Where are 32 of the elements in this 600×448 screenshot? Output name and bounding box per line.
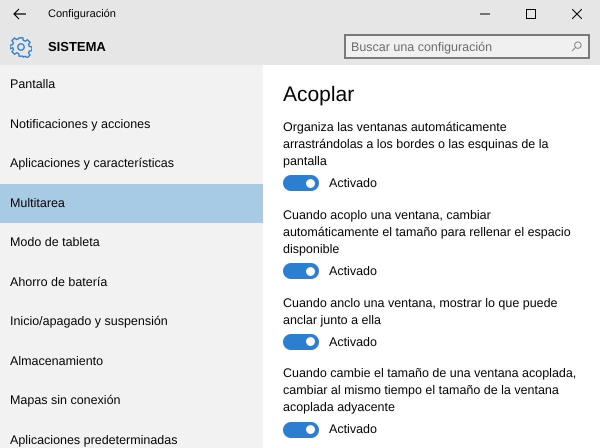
- setting-description: Cuando cambie el tamaño de una ventana acoplada, cambiar al mismo tiempo el tamaño de la ventana acoplada adyacente: [283, 365, 578, 416]
- toggle-switch[interactable]: [283, 334, 319, 350]
- setting-description: Organiza las ventanas automáticamente arrastrándolas a los bordes o las esquinas de la pantalla: [283, 119, 550, 170]
- toggle-state: Activado: [329, 334, 377, 350]
- toggle-state: Activado: [329, 175, 377, 192]
- sidebar-item[interactable]: Ahorro de batería: [0, 262, 263, 302]
- sidebar-item[interactable]: Inicio/apagado y suspensión: [0, 302, 263, 342]
- window-title: Configuración: [48, 6, 117, 22]
- close-icon: [572, 9, 582, 19]
- sidebar-item[interactable]: Aplicaciones y características: [0, 144, 263, 184]
- toggle-state: Activado: [329, 262, 377, 280]
- back-arrow-icon: [13, 8, 27, 20]
- toggle-switch[interactable]: [283, 263, 319, 280]
- sidebar-item[interactable]: Almacenamiento: [0, 342, 263, 381]
- sidebar-item[interactable]: Notificaciones y acciones: [0, 104, 263, 144]
- sidebar-item[interactable]: Modo de tableta: [0, 223, 263, 262]
- toggle-state: Activado: [329, 421, 377, 438]
- toggle-switch[interactable]: [283, 175, 319, 192]
- toggle-switch[interactable]: [283, 422, 319, 438]
- sidebar-item[interactable]: Pantalla: [0, 65, 263, 104]
- gear-icon: [10, 36, 32, 58]
- search-icon: [571, 41, 582, 52]
- sidebar-item[interactable]: Mapas sin conexión: [0, 381, 263, 420]
- maximize-icon: [526, 9, 536, 19]
- minimize-icon: [480, 13, 490, 15]
- setting-description: Cuando anclo una ventana, mostrar lo que puede anclar junto a ella: [283, 294, 558, 328]
- search-field[interactable]: Buscar una configuración: [344, 34, 590, 59]
- sidebar-item[interactable]: Aplicaciones predeterminadas: [0, 420, 263, 448]
- page-heading: Acoplar: [283, 82, 356, 108]
- sidebar-item[interactable]: Multitarea: [0, 184, 263, 223]
- setting-description: Cuando acoplo una ventana, cambiar automáticamente el tamaño para rellenar el espacio disponible: [283, 206, 572, 258]
- section-title: SISTEMA: [48, 38, 107, 56]
